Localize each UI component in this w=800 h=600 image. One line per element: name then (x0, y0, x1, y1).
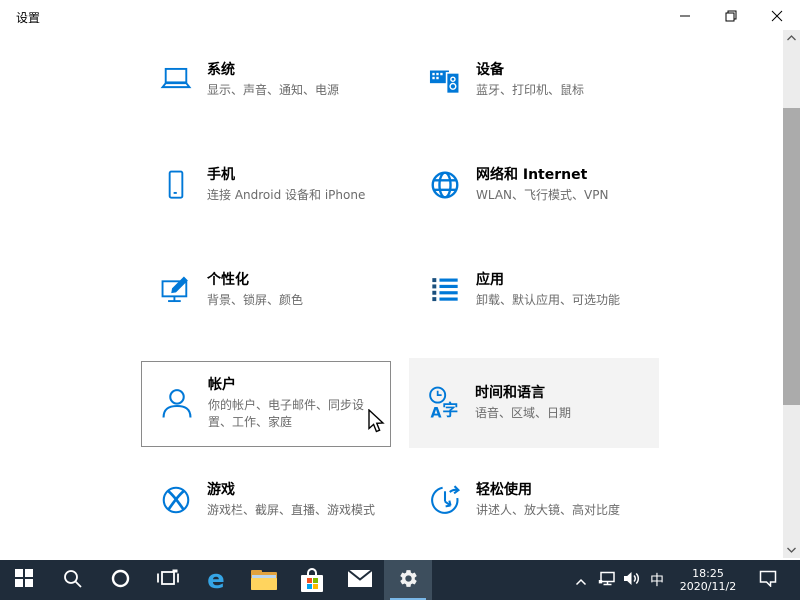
tile-title: 游戏 (207, 481, 235, 498)
tile-subtitle: 蓝牙、打印机、鼠标 (476, 82, 585, 97)
tile-subtitle: 卸载、默认应用、可选功能 (476, 292, 621, 307)
tile-phone[interactable]: 手机 连接 Android 设备和 iPhone (141, 140, 391, 230)
tile-ease-of-access[interactable]: 轻松使用 讲述人、放大镜、高对比度 (410, 455, 660, 545)
start-icon (15, 569, 33, 591)
tile-title: 轻松使用 (476, 481, 532, 498)
file-explorer-icon (251, 570, 277, 590)
taskbar: e 中 18:25 2020/11/2 (0, 560, 800, 600)
edge-button[interactable]: e (192, 560, 240, 600)
restore-icon (725, 10, 737, 22)
task-view-button[interactable] (144, 560, 192, 600)
settings-gear-icon (398, 568, 419, 593)
tile-accounts[interactable]: 帐户 你的帐户、电子邮件、同步设置、工作、家庭 (141, 361, 391, 447)
network-icon (598, 571, 615, 590)
tile-title: 系统 (207, 61, 235, 78)
tile-subtitle: 背景、锁屏、颜色 (207, 292, 304, 307)
clock-date: 2020/11/2 (679, 580, 737, 593)
tile-subtitle: 游戏栏、截屏、直播、游戏模式 (207, 502, 376, 517)
scroll-up-arrow[interactable] (783, 30, 800, 46)
tile-subtitle: WLAN、飞行模式、VPN (476, 187, 609, 202)
cortana-button[interactable] (96, 560, 144, 600)
tile-subtitle: 讲述人、放大镜、高对比度 (476, 502, 621, 517)
svg-text:字: 字 (442, 401, 458, 420)
tile-gaming[interactable]: 游戏 游戏栏、截屏、直播、游戏模式 (141, 455, 391, 545)
clock[interactable]: 18:25 2020/11/2 (670, 560, 746, 600)
scrollbar[interactable] (783, 30, 800, 558)
start-button[interactable] (0, 560, 48, 600)
volume-tray-button[interactable] (619, 560, 644, 600)
window-title: 设置 (16, 11, 41, 25)
search-button[interactable] (48, 560, 96, 600)
apps-list-icon (426, 268, 464, 312)
file-explorer-button[interactable] (240, 560, 288, 600)
xbox-icon (157, 478, 195, 522)
tile-personalization[interactable]: 个性化 背景、锁屏、颜色 (141, 245, 391, 335)
cortana-icon (111, 569, 130, 592)
action-center-icon (759, 570, 777, 591)
tile-subtitle: 你的帐户、电子邮件、同步设置、工作、家庭 (208, 398, 365, 429)
search-icon (63, 569, 82, 592)
scrollbar-thumb[interactable] (783, 108, 800, 405)
tile-title: 应用 (476, 271, 504, 288)
tile-subtitle: 语音、区域、日期 (475, 405, 572, 420)
mail-button[interactable] (336, 560, 384, 600)
ime-indicator[interactable]: 中 (644, 560, 670, 600)
window-controls (662, 0, 800, 32)
edge-icon: e (207, 565, 225, 595)
globe-icon (426, 163, 464, 207)
tile-subtitle: 连接 Android 设备和 iPhone (207, 187, 366, 202)
personalization-icon (157, 268, 195, 312)
speaker-icon (623, 571, 640, 590)
minimize-button[interactable] (662, 0, 708, 32)
mail-icon (347, 568, 373, 591)
tile-apps[interactable]: 应用 卸载、默认应用、可选功能 (410, 245, 660, 335)
network-tray-button[interactable] (594, 560, 619, 600)
settings-window: 设置 系统 显示、声音、通知、电源 设备 蓝牙、打印机、鼠标 手机 连接 And… (0, 0, 800, 600)
laptop-icon (157, 58, 195, 102)
hidden-icons-button[interactable] (568, 560, 594, 600)
restore-button[interactable] (708, 0, 754, 32)
tile-title: 帐户 (208, 377, 236, 393)
tile-title: 设备 (476, 61, 504, 78)
minimize-icon (679, 10, 691, 22)
clock-time: 18:25 (692, 567, 724, 580)
ease-of-access-icon (426, 478, 464, 522)
close-icon (771, 10, 783, 22)
tile-time-language[interactable]: A 字 时间和语言 语音、区域、日期 (409, 358, 659, 448)
store-button[interactable] (288, 560, 336, 600)
action-center-button[interactable] (746, 560, 790, 600)
tile-title: 个性化 (207, 271, 249, 288)
devices-icon (426, 58, 464, 102)
titlebar: 设置 (0, 0, 800, 32)
system-tray: 中 18:25 2020/11/2 (568, 560, 800, 600)
phone-icon (157, 163, 195, 207)
tile-title: 时间和语言 (475, 384, 545, 401)
scroll-down-arrow[interactable] (783, 542, 800, 558)
svg-text:A: A (431, 405, 442, 421)
tile-title: 手机 (207, 166, 235, 183)
tile-subtitle: 显示、声音、通知、电源 (207, 82, 340, 97)
tile-title: 网络和 Internet (476, 166, 588, 183)
person-icon (158, 382, 196, 426)
chevron-up-icon (575, 571, 587, 590)
tile-network[interactable]: 网络和 Internet WLAN、飞行模式、VPN (410, 140, 660, 230)
tile-devices[interactable]: 设备 蓝牙、打印机、鼠标 (410, 35, 660, 125)
tile-system[interactable]: 系统 显示、声音、通知、电源 (141, 35, 391, 125)
settings-button[interactable] (384, 560, 432, 600)
close-button[interactable] (754, 0, 800, 32)
store-icon (301, 568, 323, 592)
time-language-icon: A 字 (425, 381, 463, 425)
task-view-icon (156, 569, 180, 591)
